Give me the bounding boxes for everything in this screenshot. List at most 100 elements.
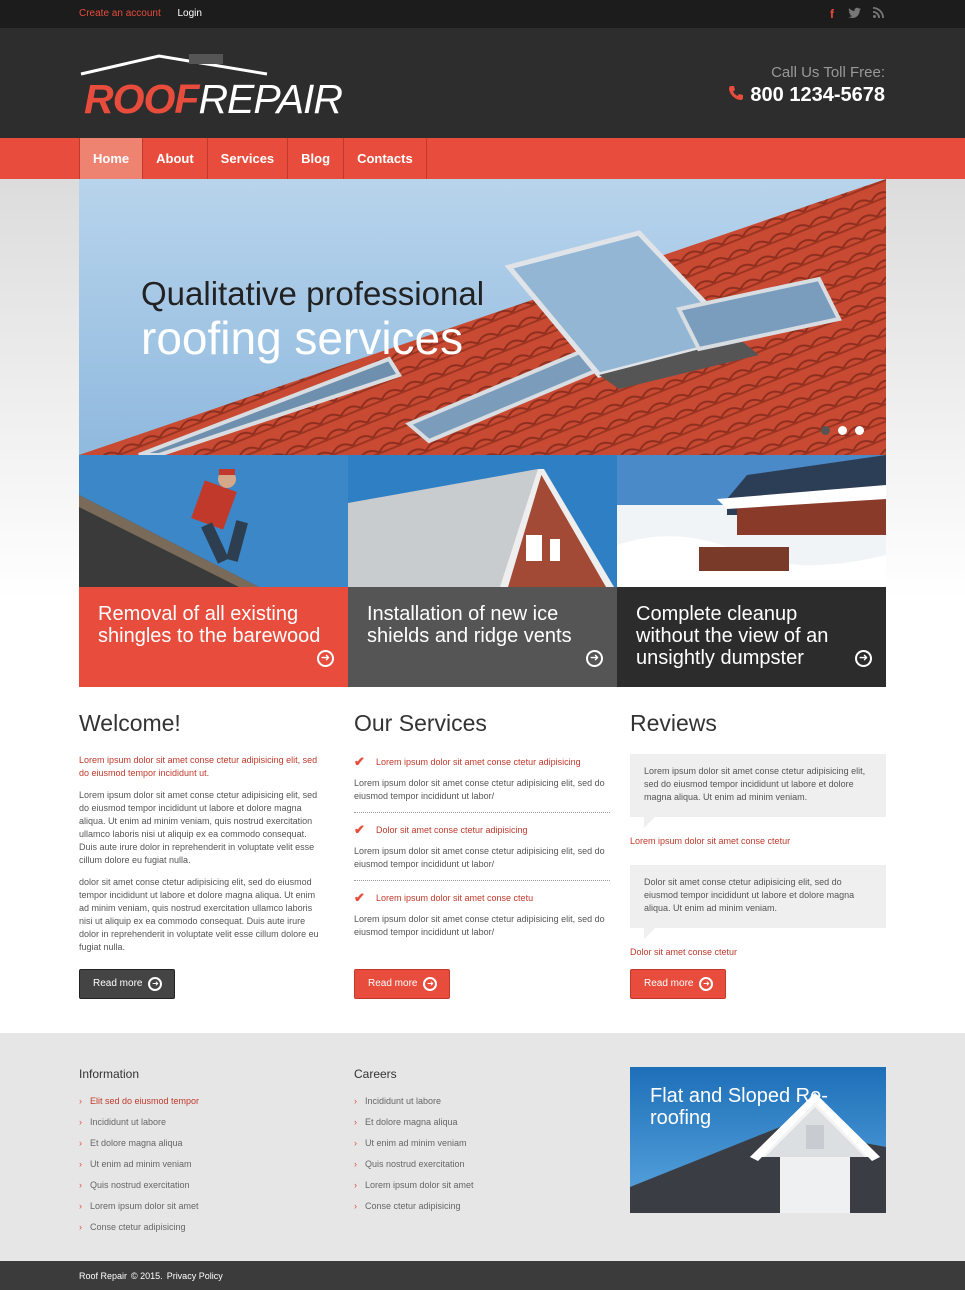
- chevron-right-icon: ›: [354, 1096, 357, 1106]
- phone-text: 800 1234-5678: [750, 84, 885, 106]
- welcome-title: Welcome!: [79, 710, 181, 736]
- footer-link[interactable]: › Elit sed do eiusmod tempor: [79, 1096, 199, 1106]
- promo-title: Flat and Sloped Re-roofing: [650, 1085, 828, 1129]
- rss-icon[interactable]: [871, 7, 885, 21]
- top-bar: Create an account Login f: [0, 0, 965, 28]
- phone-number[interactable]: 800 1234-5678: [728, 84, 885, 107]
- services-read-more-button[interactable]: Read more ➜: [354, 969, 451, 999]
- footer-link[interactable]: › Conse ctetur adipisicing: [354, 1201, 474, 1211]
- arrow-circle-icon[interactable]: ➜: [586, 650, 603, 667]
- nav-about[interactable]: About: [143, 138, 208, 179]
- reviews-section: Reviews Lorem ipsum dolor sit amet conse…: [630, 710, 886, 976]
- arrow-circle-icon[interactable]: ➜: [855, 650, 872, 667]
- logo-wordmark: ROOFREPAIR: [84, 76, 343, 123]
- footer-copyright: © 2015.: [131, 1271, 163, 1281]
- nav-contacts[interactable]: Contacts: [344, 138, 427, 179]
- service-title[interactable]: Lorem ipsum dolor sit amet conse ctetu: [376, 892, 533, 905]
- button-label: Read more: [368, 978, 418, 989]
- service-item: ✔ Dolor sit amet conse ctetur adipisicing…: [354, 822, 610, 881]
- welcome-read-more-button[interactable]: Read more ➜: [79, 969, 176, 999]
- account-links: Create an account Login: [79, 8, 216, 19]
- feature-tile-installation[interactable]: Installation of new ice shields and ridg…: [348, 455, 617, 687]
- welcome-paragraph-2: dolor sit amet conse ctetur adipisicing …: [79, 877, 319, 952]
- reviews-read-more-button[interactable]: Read more ➜: [630, 969, 727, 999]
- facebook-icon[interactable]: f: [825, 7, 839, 21]
- site-header: ROOFREPAIR Call Us Toll Free: 800 1234-5…: [0, 28, 965, 138]
- review-text: Dolor sit amet conse ctetur adipisicing …: [630, 865, 886, 939]
- footer-brand: Roof Repair: [79, 1271, 128, 1281]
- chevron-right-icon: ›: [354, 1159, 357, 1169]
- footer-link-label: Lorem ipsum dolor sit amet: [90, 1201, 199, 1211]
- footer-link[interactable]: › Ut enim ad minim veniam: [79, 1159, 199, 1169]
- chevron-right-icon: ›: [79, 1117, 82, 1127]
- logo-repair: REPAIR: [198, 76, 343, 122]
- slider-dots: [821, 426, 864, 435]
- feature-text: Installation of new ice shields and ridg…: [367, 603, 572, 647]
- service-text: Lorem ipsum dolor sit amet conse ctetur …: [354, 778, 605, 801]
- footer-link-label: Et dolore magna aliqua: [365, 1117, 458, 1127]
- twitter-icon[interactable]: [848, 7, 862, 21]
- footer-link[interactable]: › Ut enim ad minim veniam: [354, 1138, 474, 1148]
- review-author[interactable]: Lorem ipsum dolor sit amet conse ctetur: [630, 835, 886, 848]
- button-label: Read more: [644, 978, 694, 989]
- reviews-title: Reviews: [630, 710, 717, 736]
- site-logo[interactable]: ROOFREPAIR: [79, 50, 343, 122]
- copyright-bar: Roof Repair © 2015. Privacy Policy: [0, 1261, 965, 1290]
- chevron-right-icon: ›: [354, 1138, 357, 1148]
- footer-link-label: Incididunt ut labore: [90, 1117, 167, 1127]
- review-author[interactable]: Dolor sit amet conse ctetur: [630, 946, 886, 959]
- slider-dot-3[interactable]: [855, 426, 864, 435]
- footer-link-label: Conse ctetur adipisicing: [90, 1222, 186, 1232]
- chevron-right-icon: ›: [354, 1201, 357, 1211]
- feature-caption: Installation of new ice shields and ridg…: [348, 587, 617, 687]
- social-links: f: [825, 7, 885, 21]
- nav-blog[interactable]: Blog: [288, 138, 345, 179]
- footer-link[interactable]: › Lorem ipsum dolor sit amet: [354, 1180, 474, 1190]
- footer-link-label: Quis nostrud exercitation: [365, 1159, 465, 1169]
- footer-link[interactable]: › Conse ctetur adipisicing: [79, 1222, 199, 1232]
- slider-dot-2[interactable]: [838, 426, 847, 435]
- chevron-right-icon: ›: [79, 1138, 82, 1148]
- check-icon: ✔: [354, 890, 365, 905]
- service-text: Lorem ipsum dolor sit amet conse ctetur …: [354, 846, 605, 869]
- service-title[interactable]: Lorem ipsum dolor sit amet conse ctetur …: [376, 756, 581, 769]
- feature-tile-removal[interactable]: Removal of all existing shingles to the …: [79, 455, 348, 687]
- footer-careers: Careers › Incididunt ut labore › Et dolore…: [354, 1067, 474, 1222]
- footer-link-label: Ut enim ad minim veniam: [90, 1159, 192, 1169]
- feature-tile-cleanup[interactable]: Complete cleanup without the view of an …: [617, 455, 886, 687]
- feature-text: Removal of all existing shingles to the …: [98, 603, 321, 647]
- reroofing-promo-banner[interactable]: Flat and Sloped Re-roofing: [630, 1067, 886, 1213]
- footer-link[interactable]: › Incididunt ut labore: [79, 1117, 199, 1127]
- snow-house-image: [617, 455, 886, 587]
- footer-link-label: Et dolore magna aliqua: [90, 1138, 183, 1148]
- phone-icon: [728, 85, 744, 106]
- service-title[interactable]: Dolor sit amet conse ctetur adipisicing: [376, 824, 528, 837]
- footer-link[interactable]: › Incididunt ut labore: [354, 1096, 474, 1106]
- nav-home[interactable]: Home: [80, 138, 144, 179]
- chevron-right-icon: ›: [79, 1222, 82, 1232]
- call-us: Call Us Toll Free: 800 1234-5678: [728, 64, 885, 107]
- feature-text: Complete cleanup without the view of an …: [636, 603, 829, 669]
- chevron-right-icon: ›: [354, 1117, 357, 1127]
- hero-line1: Qualitative professional: [141, 275, 485, 312]
- house-gable-image: [348, 455, 617, 587]
- footer-link[interactable]: › Et dolore magna aliqua: [79, 1138, 199, 1148]
- call-label: Call Us Toll Free:: [771, 64, 885, 81]
- slider-dot-1[interactable]: [821, 426, 830, 435]
- login-link[interactable]: Login: [178, 8, 202, 19]
- footer-link[interactable]: › Quis nostrud exercitation: [79, 1180, 199, 1190]
- footer-link[interactable]: › Et dolore magna aliqua: [354, 1117, 474, 1127]
- privacy-policy-link[interactable]: Privacy Policy: [167, 1271, 223, 1281]
- footer-link-label: Ut enim ad minim veniam: [365, 1138, 467, 1148]
- nav-services[interactable]: Services: [208, 138, 289, 179]
- main-nav: Home About Services Blog Contacts: [0, 138, 965, 179]
- footer-link[interactable]: › Lorem ipsum dolor sit amet: [79, 1201, 199, 1211]
- chevron-right-icon: ›: [79, 1096, 82, 1106]
- footer-link[interactable]: › Quis nostrud exercitation: [354, 1159, 474, 1169]
- footer-link-label: Elit sed do eiusmod tempor: [90, 1096, 200, 1106]
- roofer-image: [79, 455, 348, 587]
- hero-slider: Qualitative professional roofing service…: [79, 179, 886, 455]
- arrow-circle-icon[interactable]: ➜: [317, 650, 334, 667]
- create-account-link[interactable]: Create an account: [79, 8, 161, 19]
- footer-link-label: Lorem ipsum dolor sit amet: [365, 1180, 474, 1190]
